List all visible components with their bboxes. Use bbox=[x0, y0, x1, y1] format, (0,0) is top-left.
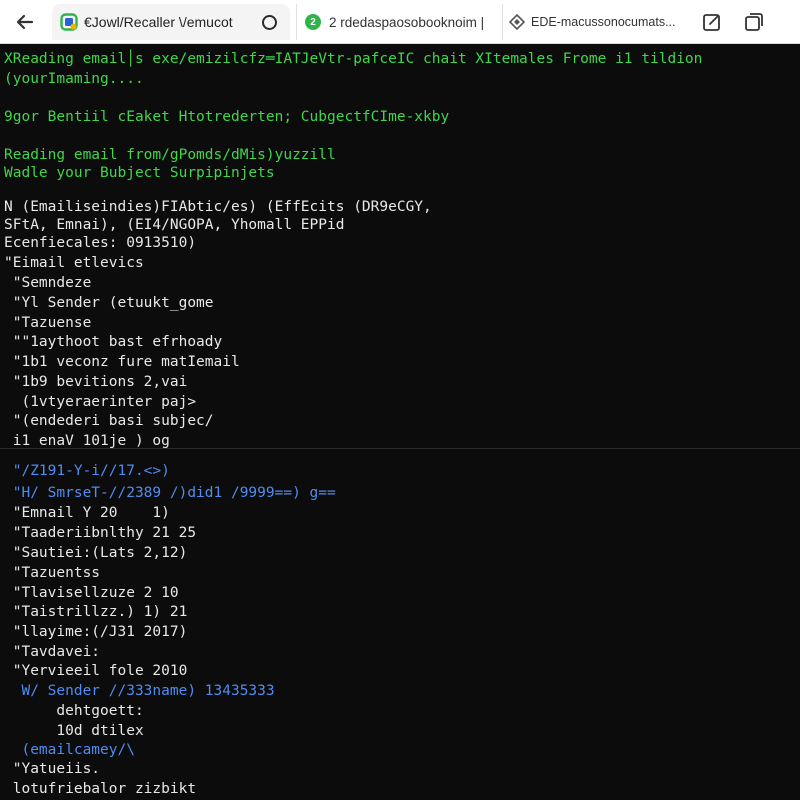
terminal-line: "Semndeze bbox=[4, 275, 92, 291]
divider bbox=[0, 448, 800, 449]
browser-tab-strip: €Jowl/Recaller \/emucot 2 2 rdedaspaosob… bbox=[0, 0, 800, 44]
terminal-line: "Emnail Y 20 1) bbox=[4, 505, 170, 521]
tab-overview-button[interactable] bbox=[740, 8, 768, 36]
compose-icon bbox=[703, 14, 720, 31]
tab-second[interactable]: 2 2 rdedaspaosobooknoim | bbox=[296, 4, 496, 40]
tab-overview-icon bbox=[745, 13, 763, 31]
terminal-line: "1b9 bevitions 2,vai bbox=[4, 374, 188, 390]
terminal-line: Wadle your Bubject Surpipinjets bbox=[4, 165, 275, 181]
terminal-line: "H/ SmrseT-//2389 /)did1 /9999==) g== bbox=[4, 485, 336, 501]
terminal-line: 10d dtilex bbox=[4, 723, 144, 739]
terminal-line: (1vtyeraerinter paj> bbox=[4, 394, 197, 410]
puzzle-icon bbox=[509, 14, 525, 30]
terminal-line: dehtgoett: bbox=[4, 703, 144, 719]
terminal-line: "Tavdavei: bbox=[4, 644, 101, 660]
terminal-line: "Tlavisellzuze 2 10 bbox=[4, 585, 179, 601]
terminal-line: (emailcamey/\ bbox=[4, 742, 135, 758]
back-arrow-icon bbox=[16, 14, 34, 30]
terminal-line: (yourImaming.... bbox=[4, 71, 144, 87]
green-badge-icon: 2 bbox=[305, 14, 321, 30]
tab-title: EDE-macussonocumats... bbox=[531, 15, 676, 29]
back-button[interactable] bbox=[8, 6, 42, 38]
terminal-line: SFtA, Emnai), (EI4/NGOPA, Yhomall EPPid bbox=[4, 217, 345, 233]
terminal-line: "/Z191-Y-i//17.<>) bbox=[4, 463, 170, 479]
terminal-line: "Taistrillzz.) 1) 21 bbox=[4, 604, 188, 620]
terminal-line: Reading email from/gPomds/dMis)yuzzill bbox=[4, 147, 336, 163]
terminal-line: "Tazuentss bbox=[4, 565, 101, 581]
terminal-line: "Tazuense bbox=[4, 315, 92, 331]
tab-loading-icon bbox=[262, 14, 277, 30]
terminal-line: "Sautiei:(Lats 2,12) bbox=[4, 545, 188, 561]
terminal-line: "1b1 veconz fure matIemail bbox=[4, 354, 240, 370]
app-favicon-icon bbox=[60, 13, 78, 31]
terminal-line: i1 enaV 101je ) og bbox=[4, 433, 170, 449]
terminal-line: "Taaderiibnlthy 21 25 bbox=[4, 525, 197, 541]
tab-third[interactable]: EDE-macussonocumats... bbox=[502, 4, 692, 40]
tab-title: €Jowl/Recaller \/emucot bbox=[84, 14, 233, 30]
tab-recaller[interactable]: €Jowl/Recaller \/emucot bbox=[52, 4, 290, 40]
terminal-line: Ecenfiecales: 0913510) bbox=[4, 235, 197, 251]
terminal-line: lotufriebalor zizbikt bbox=[4, 781, 197, 797]
terminal-line: 9gor Bentiil cEaket Htotrederten; Cubgec… bbox=[4, 109, 450, 125]
terminal-line: "llayime:(/J31 2017) bbox=[4, 624, 188, 640]
terminal-line: ""1aythoot bast efrhoady bbox=[4, 334, 223, 350]
terminal-line: W/ Sender //333name) 13435333 bbox=[4, 683, 275, 699]
terminal-line: "Eimail etlevics bbox=[4, 255, 144, 271]
terminal-line: XReading email│s exe/emizilcfz═IATJeVtr-… bbox=[4, 51, 703, 67]
compose-button[interactable] bbox=[698, 8, 726, 36]
terminal-output[interactable]: XReading email│s exe/emizilcfz═IATJeVtr-… bbox=[0, 44, 800, 800]
terminal-line: "Yervieeil fole 2010 bbox=[4, 663, 188, 679]
terminal-line: N (Emailiseindies)FIAbtic/es) (EffEcits … bbox=[4, 199, 432, 215]
terminal-line: "Yl Sender (etuukt_gome bbox=[4, 295, 214, 311]
tab-title: 2 rdedaspaosobooknoim | bbox=[329, 14, 485, 30]
terminal-line: "(endederi basi subjec/ bbox=[4, 413, 214, 429]
terminal-line: "Yatueiis. bbox=[4, 761, 101, 777]
